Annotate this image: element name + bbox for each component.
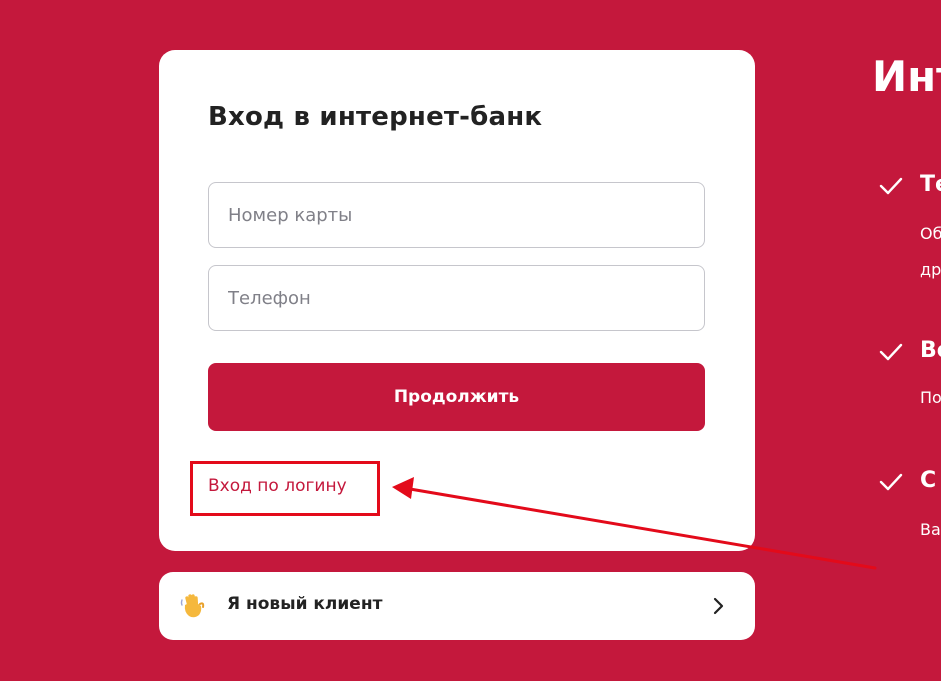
promo-title: Инт	[872, 52, 941, 101]
new-client-label: Я новый клиент	[227, 594, 383, 614]
card-number-input[interactable]	[208, 182, 705, 248]
checkmark-icon	[879, 473, 903, 491]
feature-title: Те	[920, 172, 941, 197]
chevron-right-icon	[713, 597, 724, 615]
feature-text: По	[920, 388, 941, 407]
feature-text: др	[920, 260, 941, 279]
login-by-username-link[interactable]: Вход по логину	[208, 476, 347, 496]
feature-title: С	[920, 468, 937, 493]
feature-title: Во	[920, 338, 941, 363]
feature-text: Об	[920, 224, 941, 243]
waving-hand-icon	[180, 594, 205, 618]
new-client-button[interactable]: Я новый клиент	[159, 572, 755, 640]
checkmark-icon	[879, 177, 903, 195]
continue-button[interactable]: Продолжить	[208, 363, 705, 431]
login-card-title: Вход в интернет-банк	[208, 102, 543, 132]
login-card: Вход в интернет-банк Продолжить Вход по …	[159, 50, 755, 551]
phone-input[interactable]	[208, 265, 705, 331]
feature-text: Ва	[920, 520, 941, 539]
checkmark-icon	[879, 343, 903, 361]
